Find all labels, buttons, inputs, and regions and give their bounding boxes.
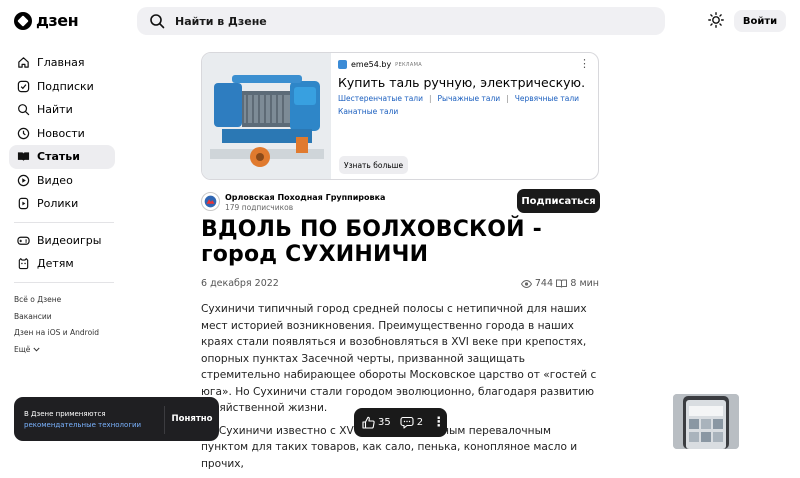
sidebar-item-label: Новости xyxy=(37,126,85,140)
sidebar-item-videogames[interactable]: Видеоигры xyxy=(9,229,115,253)
sidebar-item-label: Найти xyxy=(37,103,73,117)
search-icon xyxy=(18,104,30,116)
zen-logo-icon xyxy=(14,11,32,30)
ad-sitelink[interactable]: Червячные тали xyxy=(515,94,579,103)
link-more-label: Ещё xyxy=(14,344,31,354)
link-more[interactable]: Ещё xyxy=(14,342,99,359)
notice-divider xyxy=(164,406,165,434)
sidebar-item-kids[interactable]: Детям xyxy=(9,252,115,276)
ad-favicon-icon xyxy=(338,60,347,69)
likes-count: 35 xyxy=(378,417,391,428)
video-icon xyxy=(17,174,30,186)
channel-subscribers: 179 подписчиков xyxy=(225,203,294,212)
sidebar-item-articles[interactable]: Статьи xyxy=(9,145,115,169)
more-options-icon[interactable]: ⋮ xyxy=(432,415,445,430)
eye-icon xyxy=(520,279,532,288)
ad-label: РЕКЛАМА xyxy=(395,61,422,68)
logo[interactable]: дзен xyxy=(14,11,79,30)
views-count: 744 xyxy=(520,278,553,289)
link-jobs[interactable]: Вакансии xyxy=(14,309,99,326)
book-icon xyxy=(556,279,568,288)
ad-source[interactable]: eme54.by РЕКЛАМА xyxy=(338,60,422,69)
notice-link[interactable]: рекомендательные технологии xyxy=(24,421,141,429)
sidebar-divider xyxy=(14,221,114,223)
ad-learn-more-button[interactable]: Узнать больше xyxy=(339,156,409,174)
sidebar-item-shorts[interactable]: Ролики xyxy=(9,192,115,216)
sidebar-item-label: Видеоигры xyxy=(37,233,102,247)
search-input[interactable] xyxy=(175,12,575,30)
footer-links: Всё о Дзене Вакансии Дзен на iOS и Andro… xyxy=(14,292,99,358)
ad-sitelinks: Шестеренчатые тали | Рычажные тали | Червячн… xyxy=(338,93,588,118)
article-body: Сухиничи типичный город средней полосы с… xyxy=(201,301,601,478)
sidebar-item-subscriptions[interactable]: Подписки xyxy=(9,75,115,99)
link-about-zen[interactable]: Всё о Дзене xyxy=(14,292,99,309)
article-meta: 6 декабря 2022 744 8 мин xyxy=(201,278,599,289)
articles-icon xyxy=(17,152,30,162)
notice-message: В Дзене применяются xyxy=(24,410,106,418)
read-time-value: 8 мин xyxy=(570,278,599,289)
channel-avatar[interactable] xyxy=(201,192,220,211)
article-date: 6 декабря 2022 xyxy=(201,278,279,289)
views-value: 744 xyxy=(534,278,553,289)
notice-ok-button[interactable]: Понятно xyxy=(166,409,218,429)
sidebar-item-search[interactable]: Найти xyxy=(9,98,115,122)
link-apps[interactable]: Дзен на iOS и Android xyxy=(14,325,99,342)
subscribe-button[interactable]: Подписаться xyxy=(517,189,600,213)
ad-image-winch[interactable] xyxy=(202,53,331,180)
ad-source-domain: eme54.by xyxy=(351,60,392,69)
comments-button[interactable]: 2 xyxy=(400,416,423,429)
sidebar-item-home[interactable]: Главная xyxy=(9,51,115,75)
sidebar-item-label: Подписки xyxy=(37,79,94,93)
login-button[interactable]: Войти xyxy=(734,10,786,32)
like-button[interactable]: 35 xyxy=(362,416,391,429)
side-teaser-image[interactable] xyxy=(673,394,739,449)
sidebar: Главная Подписки Найти Новости Статьи Ви… xyxy=(9,51,115,289)
search-bar[interactable] xyxy=(137,7,665,35)
gamepad-icon xyxy=(17,236,30,245)
sidebar-item-video[interactable]: Видео xyxy=(9,169,115,193)
news-icon xyxy=(17,127,30,139)
separator: | xyxy=(428,94,432,103)
ad-title[interactable]: Купить таль ручную, электрическую. xyxy=(338,75,585,90)
sidebar-item-label: Главная xyxy=(37,56,85,70)
logo-text: дзен xyxy=(36,11,79,30)
recommendation-notice: В Дзене применяются рекомендательные тех… xyxy=(14,397,219,441)
chevron-down-icon xyxy=(33,347,40,352)
comments-count: 2 xyxy=(416,417,424,428)
article-actions-bar: 35 2 ⋮ xyxy=(354,408,447,437)
home-icon xyxy=(18,57,29,68)
ad-banner[interactable]: eme54.by РЕКЛАМА ⋮ Купить таль ручную, э… xyxy=(201,52,599,180)
sidebar-item-label: Статьи xyxy=(37,150,80,164)
sidebar-item-news[interactable]: Новости xyxy=(9,122,115,146)
sidebar-divider xyxy=(14,281,114,283)
channel-name[interactable]: Орловская Походная Группировка xyxy=(225,193,385,202)
article-title: ВДОЛЬ ПО БОЛХОВСКОЙ - город СУХИНИЧИ xyxy=(201,217,542,267)
search-icon xyxy=(150,14,165,29)
ad-sitelink[interactable]: Шестеренчатые тали xyxy=(338,94,423,103)
ad-sitelink[interactable]: Рычажные тали xyxy=(438,94,501,103)
kids-icon xyxy=(18,258,29,270)
notice-text: В Дзене применяются рекомендательные тех… xyxy=(24,409,141,430)
shorts-icon xyxy=(18,198,29,210)
sidebar-item-label: Ролики xyxy=(37,197,79,211)
article-paragraph: Сухиничи типичный город средней полосы с… xyxy=(201,303,597,414)
channel-header: Орловская Походная Группировка 179 подпи… xyxy=(201,189,600,216)
subscriptions-icon xyxy=(17,80,30,92)
read-time: 8 мин xyxy=(556,278,599,289)
sidebar-item-label: Видео xyxy=(37,173,73,187)
ad-more-options-icon[interactable]: ⋮ xyxy=(579,57,590,70)
sidebar-item-label: Детям xyxy=(37,257,74,271)
ad-sitelink[interactable]: Канатные тали xyxy=(338,107,398,116)
top-bar: дзен Войти xyxy=(0,0,800,42)
comment-icon xyxy=(400,416,414,429)
separator: | xyxy=(506,94,509,103)
theme-toggle-sun-icon[interactable] xyxy=(708,12,724,28)
thumbs-up-icon xyxy=(362,416,375,429)
